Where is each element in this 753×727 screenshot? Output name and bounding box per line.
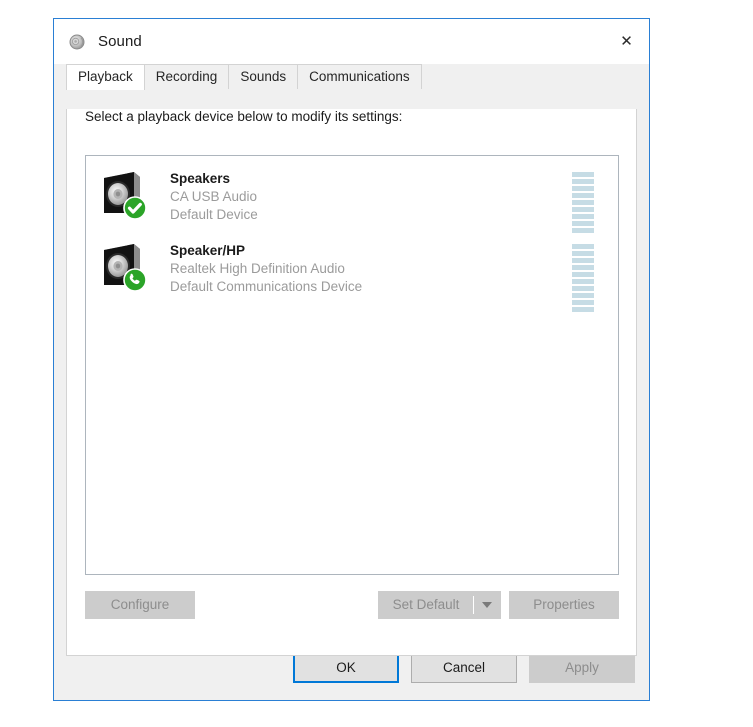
window-title: Sound (98, 33, 142, 50)
meter-segment (572, 293, 594, 298)
chevron-down-icon[interactable] (474, 592, 500, 618)
properties-button[interactable]: Properties (509, 591, 619, 619)
meter-segment (572, 193, 594, 198)
meter-segment (572, 179, 594, 184)
close-icon[interactable]: ✕ (604, 19, 649, 63)
instruction-label: Select a playback device below to modify… (85, 109, 403, 124)
meter-segment (572, 300, 594, 305)
meter-segment (572, 307, 594, 312)
list-item[interactable]: Speaker/HP Realtek High Definition Audio… (86, 228, 618, 312)
meter-segment (572, 221, 594, 226)
device-driver: Realtek High Definition Audio (170, 261, 345, 276)
device-name: Speaker/HP (170, 243, 246, 258)
device-actions: Configure Set Default Properties (85, 591, 619, 619)
speaker-icon (68, 33, 86, 51)
cancel-button[interactable]: Cancel (411, 653, 517, 683)
meter-segment (572, 172, 594, 177)
meter-segment (572, 200, 594, 205)
sound-dialog-window: Sound ✕ Playback Recording Sounds Commun… (53, 18, 650, 701)
tab-strip-area: Playback Recording Sounds Communications (54, 64, 649, 90)
meter-segment (572, 251, 594, 256)
meter-segment (572, 244, 594, 249)
speaker-device-icon (96, 240, 148, 292)
meter-segment (572, 279, 594, 284)
meter-segment (572, 186, 594, 191)
device-name: Speakers (170, 171, 231, 186)
ok-button[interactable]: OK (293, 653, 399, 683)
speaker-device-icon (96, 168, 148, 220)
device-status: Default Communications Device (170, 279, 363, 294)
meter-segment (572, 207, 594, 212)
meter-segment (572, 265, 594, 270)
device-text-block: Speakers CA USB Audio Default Device (170, 166, 572, 224)
meter-segment (572, 286, 594, 291)
set-default-split-button[interactable]: Set Default (378, 591, 501, 619)
tab-strip: Playback Recording Sounds Communications (66, 64, 649, 90)
meter-segment (572, 214, 594, 219)
tab-sounds[interactable]: Sounds (228, 64, 299, 89)
screen: Sound ✕ Playback Recording Sounds Commun… (0, 0, 753, 727)
configure-button[interactable]: Configure (85, 591, 195, 619)
volume-meter (572, 172, 594, 233)
meter-segment (572, 258, 594, 263)
device-text-block: Speaker/HP Realtek High Definition Audio… (170, 238, 572, 296)
device-status: Default Device (170, 207, 258, 222)
meter-segment (572, 272, 594, 277)
device-driver: CA USB Audio (170, 189, 258, 204)
tab-recording[interactable]: Recording (143, 64, 230, 89)
tab-communications[interactable]: Communications (297, 64, 422, 89)
set-default-button[interactable]: Set Default (379, 592, 473, 618)
tab-playback[interactable]: Playback (66, 64, 145, 90)
list-item[interactable]: Speakers CA USB Audio Default Device (86, 156, 618, 233)
apply-button[interactable]: Apply (529, 653, 635, 683)
playback-tab-panel: Select a playback device below to modify… (66, 109, 637, 656)
title-bar: Sound ✕ (54, 19, 649, 64)
device-list[interactable]: Speakers CA USB Audio Default Device Spe… (85, 155, 619, 575)
volume-meter (572, 244, 594, 312)
